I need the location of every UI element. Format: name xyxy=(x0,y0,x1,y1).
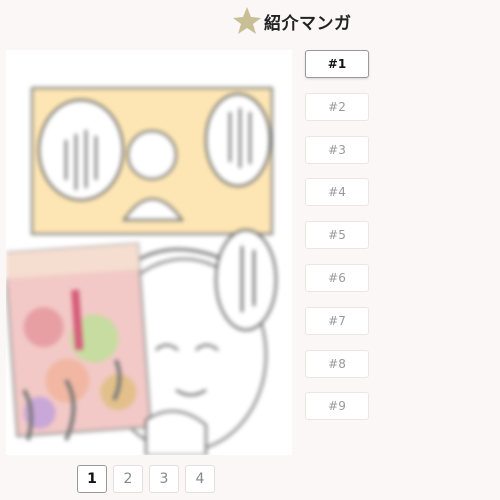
episode-button-1[interactable]: #1 xyxy=(305,50,369,78)
page-button-3[interactable]: 3 xyxy=(149,465,179,493)
pagination: 1 2 3 4 xyxy=(77,465,221,493)
star-icon xyxy=(233,7,261,34)
episode-button-8[interactable]: #8 xyxy=(305,349,369,378)
section-header: 紹介マンガ xyxy=(232,4,352,38)
episode-button-5[interactable]: #5 xyxy=(305,221,369,250)
episode-button-2[interactable]: #2 xyxy=(305,92,369,121)
manga-page-image xyxy=(6,50,292,455)
episode-list: #1 #2 #3 #4 #5 #6 #7 #8 #9 xyxy=(305,50,371,435)
episode-button-9[interactable]: #9 xyxy=(305,392,369,421)
episode-button-6[interactable]: #6 xyxy=(305,263,369,292)
section-title: 紹介マンガ xyxy=(264,13,352,34)
page-button-1[interactable]: 1 xyxy=(77,465,107,493)
episode-button-3[interactable]: #3 xyxy=(305,135,369,164)
episode-button-7[interactable]: #7 xyxy=(305,306,369,335)
episode-button-4[interactable]: #4 xyxy=(305,178,369,207)
page-button-2[interactable]: 2 xyxy=(113,465,143,493)
page-button-4[interactable]: 4 xyxy=(185,465,215,493)
